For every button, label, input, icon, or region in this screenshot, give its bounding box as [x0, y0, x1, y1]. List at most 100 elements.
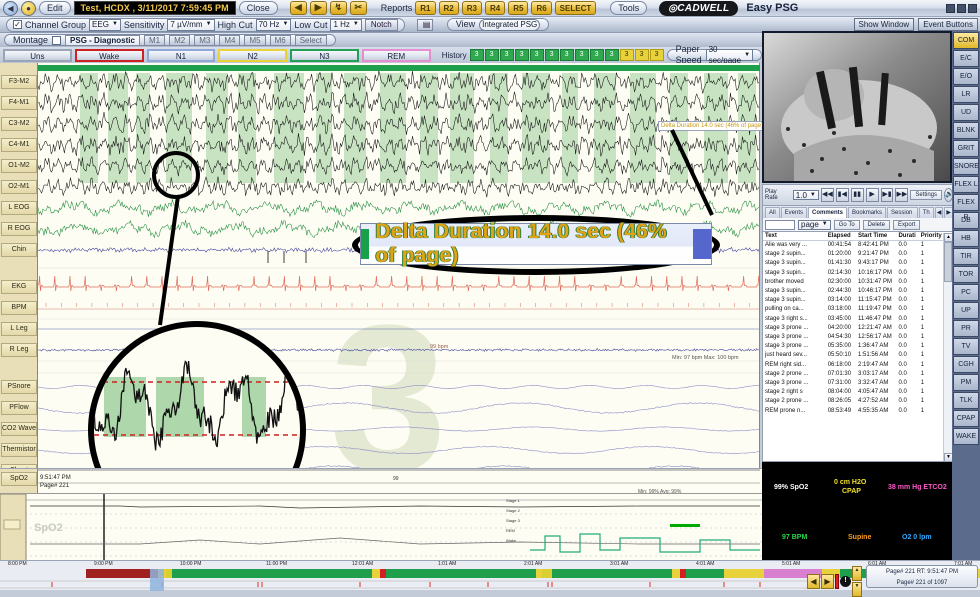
event-page-select[interactable]: page▼ [798, 220, 831, 230]
channel-label-ekg[interactable]: EKG [1, 280, 37, 294]
column-header-priority[interactable]: Priority [919, 232, 945, 241]
event-button-column[interactable]: COME/CE/OLRUDBLNKGRITSNOREFLEX LFLEX RDB… [952, 31, 980, 561]
current-page-marker[interactable] [150, 569, 164, 591]
video-player-controls[interactable]: Play Rate 1.0▼ ◀◀ ▮◀ ▮▮ ▶ ▶▮ ▶▶ Settings… [762, 184, 954, 206]
fast-forward-icon[interactable]: ▶▶ [895, 188, 908, 202]
montage-slot-m6[interactable]: M6 [270, 35, 291, 46]
event-buttons-button[interactable]: Event Buttons [918, 18, 978, 31]
scroll-thumb[interactable] [944, 242, 952, 282]
channel-label-r-leg[interactable]: R Leg [1, 343, 37, 357]
channel-label-o1-m2[interactable]: O1-M2 [1, 159, 37, 173]
play-rate-select[interactable]: 1.0▼ [793, 190, 819, 200]
channel-label-pflow[interactable]: PFlow [1, 401, 37, 415]
event-button-snore[interactable]: SNORE [953, 158, 979, 175]
tools-button[interactable]: Tools [610, 1, 647, 15]
report-select-button[interactable]: SELECT [555, 1, 597, 15]
table-row[interactable]: stage 3 supin...03:14:0011:15:47 PM0.01 [763, 296, 945, 305]
montage-checkbox[interactable] [52, 36, 61, 45]
table-row[interactable]: pulling on ca...03:18:0011:19:47 PM0.01 [763, 305, 945, 314]
column-header-durati[interactable]: Durati [896, 232, 918, 241]
report-button-r3[interactable]: R3 [462, 1, 482, 15]
channel-label-c3-m2[interactable]: C3-M2 [1, 117, 37, 131]
stage-button-n2[interactable]: N2 [218, 49, 287, 62]
stage-segment[interactable] [686, 569, 724, 578]
report-button-r2[interactable]: R2 [439, 1, 459, 15]
montage-current[interactable]: PSG - Diagnostic [65, 35, 140, 46]
stage-segment[interactable] [542, 569, 552, 578]
event-tab-events[interactable]: Events [781, 207, 807, 218]
channel-label-spo2[interactable]: SpO2 [1, 472, 37, 486]
event-tab-session-psg-event[interactable]: Session PSG Event [887, 207, 918, 218]
stage-button-wake[interactable]: Wake [75, 49, 144, 62]
channel-label-thermistor[interactable]: Thermistor [1, 443, 37, 457]
event-tab-th[interactable]: Th [919, 207, 934, 218]
event-button-lr[interactable]: LR [953, 86, 979, 103]
history-cell[interactable]: 3 [500, 49, 514, 61]
table-row[interactable]: REM right sid...06:18:002:19:47 AM0.01 [763, 361, 945, 370]
stage-segment[interactable] [386, 569, 536, 578]
event-controls[interactable]: page▼ Go To Delete Export [762, 218, 954, 231]
table-row[interactable]: stage 3 supin...02:44:3010:46:17 PM0.01 [763, 287, 945, 296]
event-button-flex-l[interactable]: FLEX L [953, 176, 979, 193]
table-row[interactable]: brother moved02:30:0010:31:47 PM0.01 [763, 278, 945, 287]
low-cut-select[interactable]: 1 Hz▼ [330, 19, 361, 31]
history-cell[interactable]: 3 [530, 49, 544, 61]
history-cell[interactable]: 3 [605, 49, 619, 61]
back-icon[interactable]: ◀ [3, 1, 18, 16]
channel-label-co2-wave[interactable]: CO2 Wave [1, 422, 37, 436]
show-window-button[interactable]: Show Window [854, 18, 915, 31]
stage-segment[interactable] [372, 569, 380, 578]
event-button-ud[interactable]: UD [953, 104, 979, 121]
event-button-pc[interactable]: PC [953, 284, 979, 301]
channel-label-psnore[interactable]: PSnore [1, 380, 37, 394]
table-row[interactable]: stage 2 prone ...07:01:303:03:17 AM0.01 [763, 370, 945, 379]
sensitivity-select[interactable]: 7 µV/mm▼ [167, 19, 214, 31]
scroll-up-page-icon[interactable]: ▲ [852, 566, 862, 581]
event-button-blnk[interactable]: BLNK [953, 122, 979, 139]
table-row[interactable]: stage 3 prone ...05:35:001:36:47 AM0.01 [763, 342, 945, 351]
stage-button-rem[interactable]: REM [362, 49, 431, 62]
minimize-icon[interactable] [946, 4, 955, 13]
cut-icon[interactable]: ✂ [350, 1, 367, 15]
channel-label-o2-m1[interactable]: O2-M1 [1, 180, 37, 194]
montage-slot-m1[interactable]: M1 [144, 35, 165, 46]
psg-chart-area[interactable]: 3 F3-M2F4-M1C3-M2C4-M1O1-M2O2-M1L EOGR E… [0, 63, 760, 468]
next-page-icon[interactable]: ▶ [310, 1, 327, 15]
channel-label-r-eog[interactable]: R EOG [1, 222, 37, 236]
view-select[interactable]: Integrated PSG [479, 19, 540, 31]
event-table-scrollbar[interactable]: ▲ ▼ [943, 233, 952, 462]
montage-select-button[interactable]: Select [295, 35, 327, 46]
event-page-input[interactable] [765, 220, 795, 230]
table-row[interactable]: REM prone n...08:53:494:55:35 AM0.01 [763, 407, 945, 416]
montage-slot-m4[interactable]: M4 [219, 35, 240, 46]
next-frame-icon[interactable]: ▶▮ [881, 188, 894, 202]
report-button-r1[interactable]: R1 [415, 1, 435, 15]
event-tab-comments[interactable]: Comments [808, 207, 847, 218]
channel-label-chin[interactable]: Chin [1, 243, 37, 257]
event-tab-bookmarks[interactable]: Bookmarks [848, 207, 886, 218]
channel-group-select[interactable]: EEG▼ [89, 19, 121, 31]
stage-button-n1[interactable]: N1 [147, 49, 216, 62]
alert-badge[interactable]: ! [840, 576, 851, 587]
event-button-db[interactable]: DB [953, 212, 979, 229]
summary-strip[interactable]: SpO2EtCO2 99 Min: 99% Avg: 99% 40 mm Hg … [0, 468, 762, 560]
stage-button-uns[interactable]: Uns [3, 49, 72, 62]
report-button-r5[interactable]: R5 [508, 1, 528, 15]
event-list-table[interactable]: TextElapsedStart TimeDuratiPriority Alie… [762, 231, 954, 462]
prev-frame-icon[interactable]: ▮◀ [836, 188, 849, 202]
pause-icon[interactable]: ▮▮ [851, 188, 864, 202]
channel-label-bpm[interactable]: BPM [1, 301, 37, 315]
paper-speed-select[interactable]: 30 sec/page▼ [706, 49, 753, 61]
event-button-tor[interactable]: TOR [953, 266, 979, 283]
event-tab-all[interactable]: All [765, 207, 780, 218]
scissors-icon[interactable]: ↯ [330, 1, 347, 15]
history-strip[interactable]: 3333333333333 [470, 49, 664, 61]
column-header-elapsed[interactable]: Elapsed [826, 232, 856, 241]
export-button[interactable]: Export [893, 220, 920, 230]
event-button-pr[interactable]: PR [953, 320, 979, 337]
table-row[interactable]: stage 3 prone ...07:31:003:32:47 AM0.01 [763, 379, 945, 388]
prev-page-icon[interactable]: ◀ [290, 1, 307, 15]
event-button-up[interactable]: UP [953, 302, 979, 319]
table-row[interactable]: just heard sev...05:50:101:51:56 AM0.01 [763, 351, 945, 360]
stage-segment[interactable] [552, 569, 672, 578]
